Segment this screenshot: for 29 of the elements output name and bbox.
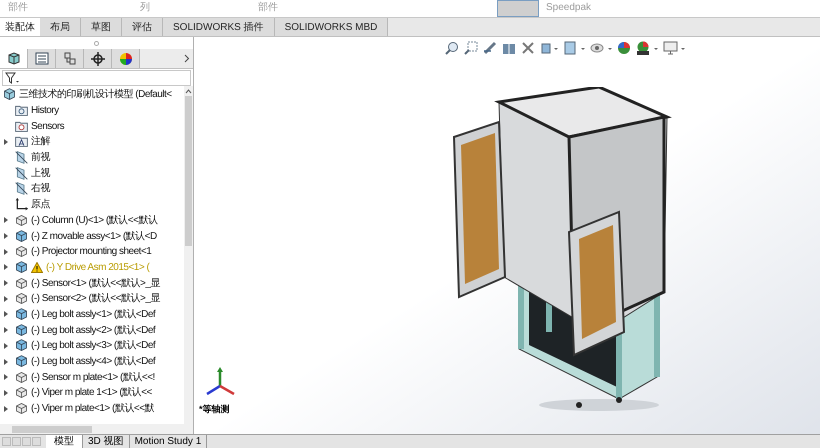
tree-item[interactable]: 原点 [0, 196, 184, 212]
tree-item[interactable]: (-) Projector mounting sheet<1 [0, 244, 184, 260]
tree-item[interactable]: History [0, 102, 184, 118]
tree-item[interactable]: 前视 [0, 150, 184, 166]
tree-item[interactable]: 注解 [0, 134, 184, 150]
command-tab[interactable]: 布局 [40, 18, 81, 36]
bottom-tab[interactable]: Motion Study 1 [130, 435, 208, 448]
command-tab[interactable]: SOLIDWORKS 插件 [163, 18, 275, 36]
view-name-label: *等轴测 [199, 403, 230, 416]
tree-item[interactable]: (-) Z movable assy<1> (默认<D [0, 228, 184, 244]
tree-item[interactable]: 上视 [0, 165, 184, 182]
tree-item[interactable]: (-) Leg bolt assly<4> (默认<Def [0, 354, 184, 370]
command-tab[interactable]: 草图 [81, 18, 122, 36]
tree-item[interactable]: (-) Leg bolt assly<3> (默认<Def [0, 338, 184, 354]
tree-item[interactable]: (-) Leg bolt assly<2> (默认<Def [0, 322, 184, 338]
tree-item[interactable]: 右视 [0, 181, 184, 197]
bottom-tab[interactable]: 模型 [46, 435, 83, 448]
command-tab[interactable]: 评估 [122, 18, 163, 36]
tree-item[interactable]: (-) Viper m plate<1> (默认<<默 [0, 400, 184, 416]
tree-item[interactable]: (-) Sensor<1> (默认<<默认>_显 [0, 275, 184, 291]
tree-item[interactable]: (-) Sensor<2> (默认<<默认>_显 [0, 290, 184, 307]
tree-item[interactable]: (-) Leg bolt assly<1> (默认<Def [0, 306, 184, 322]
command-tab[interactable]: SOLIDWORKS MBD [274, 18, 388, 36]
tree-item[interactable]: (-) Viper m plate 1<1> (默认<< [0, 385, 184, 401]
tree-item[interactable]: (-) Sensor m plate<1> (默认<<! [0, 369, 184, 386]
tree-item[interactable]: 三维技术的印刷机设计模型 (Default< [0, 87, 184, 103]
command-tab[interactable]: 装配体 [0, 18, 40, 36]
tree-item[interactable]: (-) Column (U)<1> (默认<<默认 [0, 212, 184, 228]
tree-item[interactable]: Sensors [0, 118, 184, 134]
